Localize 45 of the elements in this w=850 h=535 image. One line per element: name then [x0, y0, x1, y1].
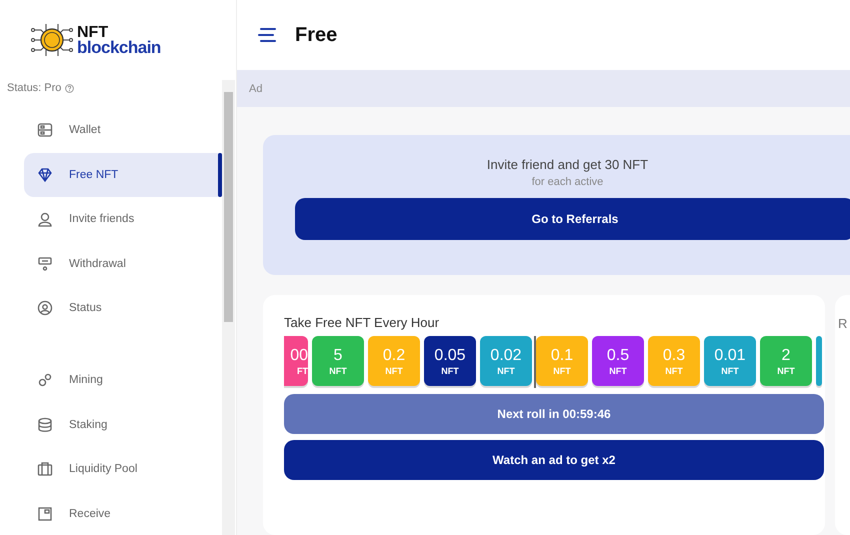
roll-marker [534, 336, 536, 388]
invite-title: Invite friend and get 30 NFT [486, 157, 648, 172]
sidebar-item[interactable]: Free NFT [24, 152, 222, 196]
help-icon[interactable] [65, 84, 74, 92]
sidebar-item[interactable]: Withdrawal [24, 242, 222, 286]
sidebar-item[interactable]: Liquidity Pool [24, 447, 222, 491]
wallet-icon [37, 122, 53, 138]
sidebar-item[interactable]: Staking [24, 402, 222, 446]
card-title: R [838, 316, 848, 331]
diamond-icon [37, 166, 53, 182]
briefcase-icon [37, 461, 53, 477]
logo-icon [31, 22, 73, 58]
sidebar-item[interactable]: Status [24, 286, 222, 330]
prize-tile: 0.05 NFT [424, 336, 476, 386]
sidebar-item[interactable]: Mining [24, 358, 222, 402]
card-title: Take Free NFT Every Hour [284, 315, 440, 330]
watch-ad-button[interactable]: Watch an ad to get x2 [284, 440, 824, 480]
invite-subtitle: for each active [532, 176, 604, 188]
sidebar-item[interactable]: Receive [24, 492, 222, 535]
prize-tile: 0.5 NFT [592, 336, 644, 386]
person-icon [37, 211, 53, 227]
logo-text: NFT [77, 25, 108, 40]
card-icon [37, 256, 53, 272]
logo-text: blockchain [77, 40, 161, 55]
referrals-button[interactable]: Go to Referrals [295, 198, 850, 240]
prize-tile: 0.3 NFT [648, 336, 700, 386]
prize-tile: 0.1 NFT [536, 336, 588, 386]
coins-icon [37, 416, 53, 432]
page-title: Free [295, 24, 338, 47]
ad-label: Ad [249, 82, 262, 95]
prize-tile: 0.02 NFT [480, 336, 532, 386]
prize-tile: 0.2 NFT [368, 336, 420, 386]
receive-icon [37, 506, 53, 522]
prize-tile: 00 FT [284, 336, 308, 386]
menu-icon[interactable] [257, 27, 277, 44]
user-circle-icon [37, 300, 53, 316]
sidebar-item[interactable]: Wallet [24, 108, 222, 152]
prize-tile: 2 NFT [760, 336, 812, 386]
status-label: Status: Pro [7, 82, 62, 94]
next-roll-button[interactable]: Next roll in 00:59:46 [284, 394, 824, 434]
prize-tile: 0.01 NFT [704, 336, 756, 386]
prize-tile: 5 NFT [312, 336, 364, 386]
sidebar-item[interactable]: Invite friends [24, 197, 222, 241]
gears-icon [37, 372, 53, 388]
active-indicator [218, 152, 222, 196]
